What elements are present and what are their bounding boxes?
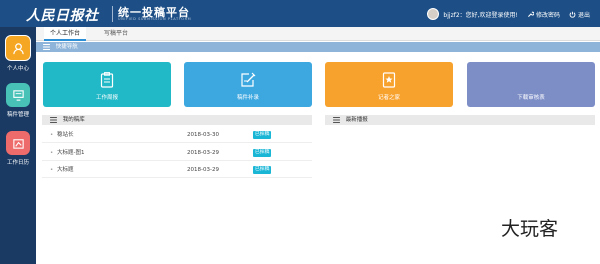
table-row[interactable]: • 稳站长 2018-03-30 已採稿 xyxy=(42,128,312,143)
quick-nav-title: 快捷导航 xyxy=(55,44,78,50)
tile-download-review-form[interactable]: 下载审核表 xyxy=(467,62,595,107)
logo-text: 人民日报社 xyxy=(26,8,99,24)
list-icon xyxy=(333,116,340,123)
status-badge: 已採稿 xyxy=(253,149,272,157)
tab-bar: 个人工作台 写稿平台 xyxy=(36,27,600,41)
bullet: • xyxy=(50,167,54,173)
manuscript-date: 2018-03-29 xyxy=(187,167,219,173)
change-password-label: 修改密码 xyxy=(535,11,560,19)
quick-nav-header: 快捷导航 xyxy=(36,42,600,52)
star-badge-icon xyxy=(382,72,396,88)
sidebar-item-manuscript-management[interactable]: 稿件管理 xyxy=(0,83,36,123)
sidebar-item-work-calendar[interactable]: 工作日历 xyxy=(0,131,36,171)
bullet: • xyxy=(50,132,54,138)
edit-document-icon xyxy=(241,72,256,87)
logout-link[interactable]: 退出 xyxy=(569,10,590,19)
latest-report-header: 最新播报 xyxy=(325,115,595,125)
bullet: • xyxy=(50,150,54,156)
table-row[interactable]: • 大标题-图1 2018-03-29 已採稿 xyxy=(42,146,312,161)
tile-label: 工作周报 xyxy=(95,95,118,101)
welcome-text: bjjzf2：您好,欢迎登录使用! xyxy=(443,11,518,19)
manuscript-title[interactable]: 稳站长 xyxy=(57,128,74,142)
tab-personal-workbench[interactable]: 个人工作台 xyxy=(44,27,87,41)
sidebar: 个人中心 稿件管理 工作日历 xyxy=(0,27,36,264)
top-header: 人民日报社 统一投稿平台 UNIFIED SUBMISSION PLATFORM… xyxy=(0,0,600,27)
tile-label: 下载审核表 xyxy=(517,95,545,101)
monitor-icon xyxy=(6,83,30,107)
tile-weekly-report[interactable]: 工作周报 xyxy=(43,62,171,107)
sidebar-item-label: 工作日历 xyxy=(6,160,29,166)
user-area: bjjzf2：您好,欢迎登录使用! 修改密码 退出 xyxy=(427,8,590,20)
sidebar-item-label: 稿件管理 xyxy=(6,112,29,118)
clipboard-icon xyxy=(100,72,114,88)
logo-divider xyxy=(112,6,113,22)
tile-label: 记者之家 xyxy=(377,95,400,101)
status-badge: 已採稿 xyxy=(253,131,272,139)
tile-manuscript-supplement[interactable]: 稿件补录 xyxy=(184,62,312,107)
tab-writing-platform[interactable]: 写稿平台 xyxy=(98,27,134,40)
table-row[interactable]: • 大标题 2018-03-29 已採稿 xyxy=(42,163,312,178)
manuscript-date: 2018-03-29 xyxy=(187,150,219,156)
person-icon xyxy=(5,35,31,61)
list-icon xyxy=(43,43,50,50)
my-manuscripts-header: 我的稿库 xyxy=(42,115,312,125)
tile-label: 稿件补录 xyxy=(236,95,259,101)
wrench-icon xyxy=(527,11,534,17)
calendar-icon xyxy=(6,131,30,155)
power-icon xyxy=(569,11,576,18)
status-badge: 已採稿 xyxy=(253,166,272,174)
manuscript-title[interactable]: 大标题-图1 xyxy=(57,146,84,160)
logout-label: 退出 xyxy=(577,11,590,19)
sidebar-item-label: 个人中心 xyxy=(6,66,29,72)
latest-report-title: 最新播报 xyxy=(345,117,368,123)
change-password-link[interactable]: 修改密码 xyxy=(527,10,560,19)
manuscript-date: 2018-03-30 xyxy=(187,132,219,138)
my-manuscripts-title: 我的稿库 xyxy=(62,117,85,123)
avatar[interactable] xyxy=(427,8,440,20)
manuscript-title[interactable]: 大标题 xyxy=(57,163,74,177)
tile-reporters-home[interactable]: 记者之家 xyxy=(325,62,453,107)
watermark: 大玩客 xyxy=(501,218,559,240)
sidebar-item-personal-center[interactable]: 个人中心 xyxy=(0,35,36,75)
list-icon xyxy=(50,116,57,123)
platform-subtitle: UNIFIED SUBMISSION PLATFORM xyxy=(118,17,192,21)
